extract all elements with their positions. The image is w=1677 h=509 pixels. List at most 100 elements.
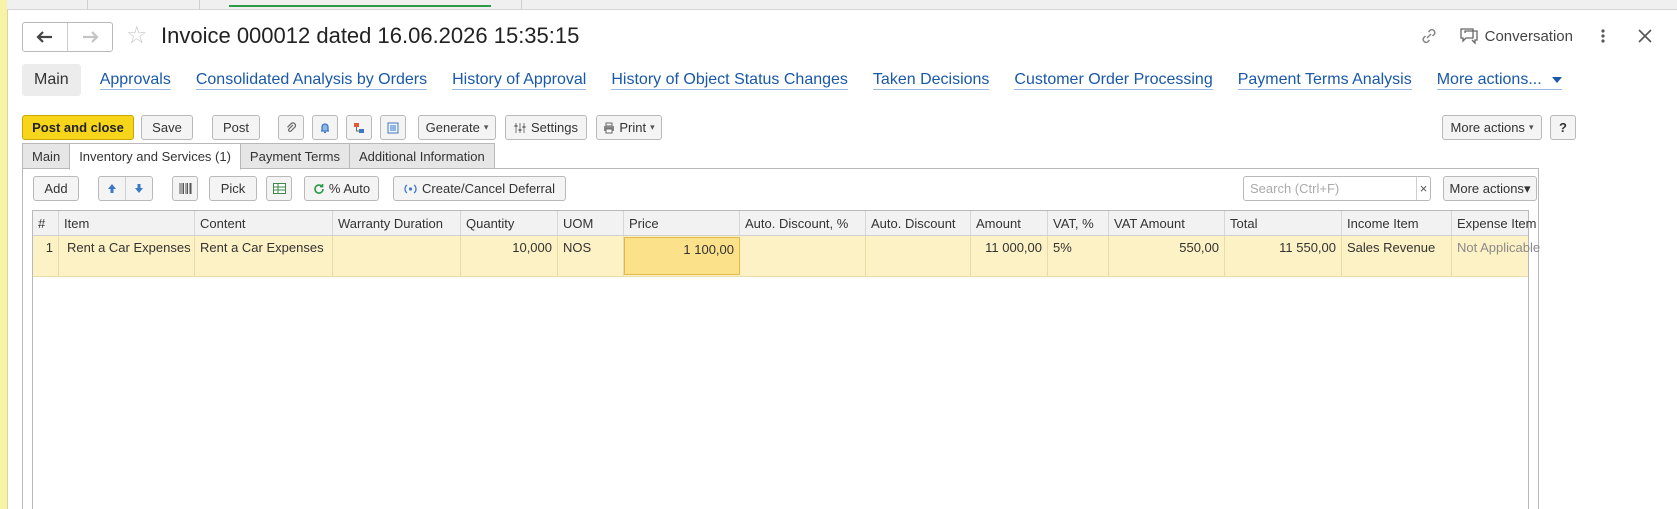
save-button[interactable]: Save (141, 115, 193, 140)
column-header-warranty-duration[interactable]: Warranty Duration (333, 211, 461, 235)
more-actions-label: More actions (1450, 120, 1525, 135)
column-header-uom[interactable]: UOM (558, 211, 624, 235)
cell-number[interactable]: 1 (33, 236, 59, 276)
cell-quantity[interactable]: 10,000 (461, 236, 558, 276)
nav-link-payment-terms-analysis[interactable]: Payment Terms Analysis (1237, 71, 1412, 90)
barcode-button[interactable] (172, 176, 198, 201)
report-icon (387, 122, 399, 133)
more-vertical-icon[interactable] (1591, 24, 1615, 48)
auto-percent-button[interactable]: % Auto (304, 176, 379, 201)
spreadsheet-icon (272, 183, 286, 194)
column-header-vat-percent[interactable]: VAT, % (1048, 211, 1109, 235)
cell-price[interactable]: 1 100,00 (624, 237, 740, 275)
attach-button[interactable] (278, 115, 304, 140)
nav-link-main[interactable]: Main (22, 64, 81, 96)
tab-payment-terms[interactable]: Payment Terms (239, 143, 350, 169)
add-row-button[interactable]: Add (33, 176, 79, 201)
conversation-button[interactable]: Conversation (1459, 27, 1573, 45)
table-more-actions-label: More actions (1449, 181, 1524, 196)
form-navigation-links: Main Approvals Consolidated Analysis by … (22, 64, 1587, 96)
window-tab[interactable] (87, 0, 200, 9)
pick-button[interactable]: Pick (209, 176, 257, 201)
settings-label: Settings (531, 120, 578, 135)
navigation-buttons (22, 22, 113, 52)
table-row[interactable]: 1 Rent a Car Expenses Rent a Car Expense… (33, 236, 1540, 277)
search-input[interactable] (1244, 181, 1416, 196)
printer-icon (604, 122, 615, 133)
table-more-actions-button[interactable]: More actions ▾ (1443, 176, 1537, 201)
spreadsheet-button[interactable] (266, 176, 292, 201)
inventory-table: # Item Content Warranty Duration Quantit… (32, 210, 1540, 509)
structure-button[interactable] (346, 115, 372, 140)
table-header: # Item Content Warranty Duration Quantit… (33, 211, 1537, 236)
column-header-item[interactable]: Item (59, 211, 195, 235)
nav-link-history-of-approval[interactable]: History of Approval (452, 71, 587, 90)
column-header-total[interactable]: Total (1225, 211, 1342, 235)
dropdown-icon: ▾ (1528, 122, 1534, 132)
table-search: × (1243, 176, 1431, 201)
cell-vat-percent[interactable]: 5% (1048, 236, 1109, 276)
settings-button[interactable]: Settings (505, 115, 587, 140)
column-header-amount[interactable]: Amount (971, 211, 1048, 235)
post-button[interactable]: Post (212, 115, 260, 140)
move-up-button[interactable] (99, 177, 126, 200)
cell-total[interactable]: 11 550,00 (1225, 236, 1342, 276)
clear-search-button[interactable]: × (1416, 177, 1430, 200)
conversation-label: Conversation (1484, 27, 1573, 45)
print-button[interactable]: Print ▾ (596, 115, 662, 140)
column-header-income-item[interactable]: Income Item (1342, 211, 1452, 235)
cell-income-item[interactable]: Sales Revenue (1342, 236, 1452, 276)
nav-link-more-actions[interactable]: More actions... (1436, 70, 1562, 90)
help-button[interactable]: ? (1550, 115, 1576, 140)
reminder-button[interactable] (312, 115, 338, 140)
cell-content[interactable]: Rent a Car Expenses (195, 236, 333, 276)
link-icon[interactable] (1417, 24, 1441, 48)
active-tab-indicator (229, 5, 491, 7)
nav-link-history-status-changes[interactable]: History of Object Status Changes (611, 71, 848, 90)
generate-label: Generate (425, 120, 480, 135)
nav-link-approvals[interactable]: Approvals (99, 71, 171, 90)
column-header-quantity[interactable]: Quantity (461, 211, 558, 235)
back-button[interactable] (23, 23, 67, 51)
more-actions-button[interactable]: More actions ▾ (1442, 115, 1542, 140)
cell-expense-item[interactable]: Not Applicable (1452, 236, 1628, 276)
cell-uom[interactable]: NOS (558, 236, 624, 276)
tab-inventory-and-services[interactable]: Inventory and Services (1) (69, 143, 241, 170)
arrow-down-icon (135, 184, 143, 193)
post-and-close-button[interactable]: Post and close (22, 115, 134, 140)
nav-link-taken-decisions[interactable]: Taken Decisions (872, 71, 990, 90)
column-header-content[interactable]: Content (195, 211, 333, 235)
favorite-star-icon[interactable]: ☆ (126, 24, 148, 48)
column-header-expense-item[interactable]: Expense Item (1452, 211, 1628, 235)
move-down-button[interactable] (126, 177, 152, 200)
refresh-icon (314, 183, 324, 194)
tab-additional-information[interactable]: Additional Information (349, 143, 495, 169)
column-header-vat-amount[interactable]: VAT Amount (1109, 211, 1225, 235)
column-header-number[interactable]: # (33, 211, 59, 235)
cell-warranty-duration[interactable] (333, 236, 461, 276)
create-cancel-deferral-button[interactable]: Create/Cancel Deferral (393, 176, 566, 201)
close-icon[interactable] (1633, 24, 1657, 48)
cell-amount[interactable]: 11 000,00 (971, 236, 1048, 276)
report-button[interactable] (380, 115, 406, 140)
cell-auto-discount-percent[interactable] (740, 236, 866, 276)
dropdown-icon: ▾ (483, 122, 489, 132)
barcode-icon (179, 183, 191, 194)
column-header-price[interactable]: Price (624, 211, 740, 235)
column-header-auto-discount-percent[interactable]: Auto. Discount, % (740, 211, 866, 235)
forward-button[interactable] (67, 23, 112, 51)
deferral-label: Create/Cancel Deferral (422, 181, 555, 196)
arrow-up-icon (108, 184, 116, 193)
title-actions: Conversation (1417, 22, 1657, 50)
generate-button[interactable]: Generate ▾ (418, 115, 496, 140)
nav-link-customer-order-processing[interactable]: Customer Order Processing (1014, 71, 1213, 90)
cell-auto-discount[interactable] (866, 236, 971, 276)
cell-vat-amount[interactable]: 550,00 (1109, 236, 1225, 276)
nav-link-consolidated-analysis[interactable]: Consolidated Analysis by Orders (195, 71, 428, 90)
more-actions-label: More actions... (1436, 70, 1542, 88)
window-tab[interactable] (7, 0, 88, 9)
column-header-auto-discount[interactable]: Auto. Discount (866, 211, 971, 235)
cell-item[interactable]: Rent a Car Expenses (59, 236, 195, 276)
tab-main[interactable]: Main (22, 143, 71, 169)
move-buttons (98, 176, 153, 201)
